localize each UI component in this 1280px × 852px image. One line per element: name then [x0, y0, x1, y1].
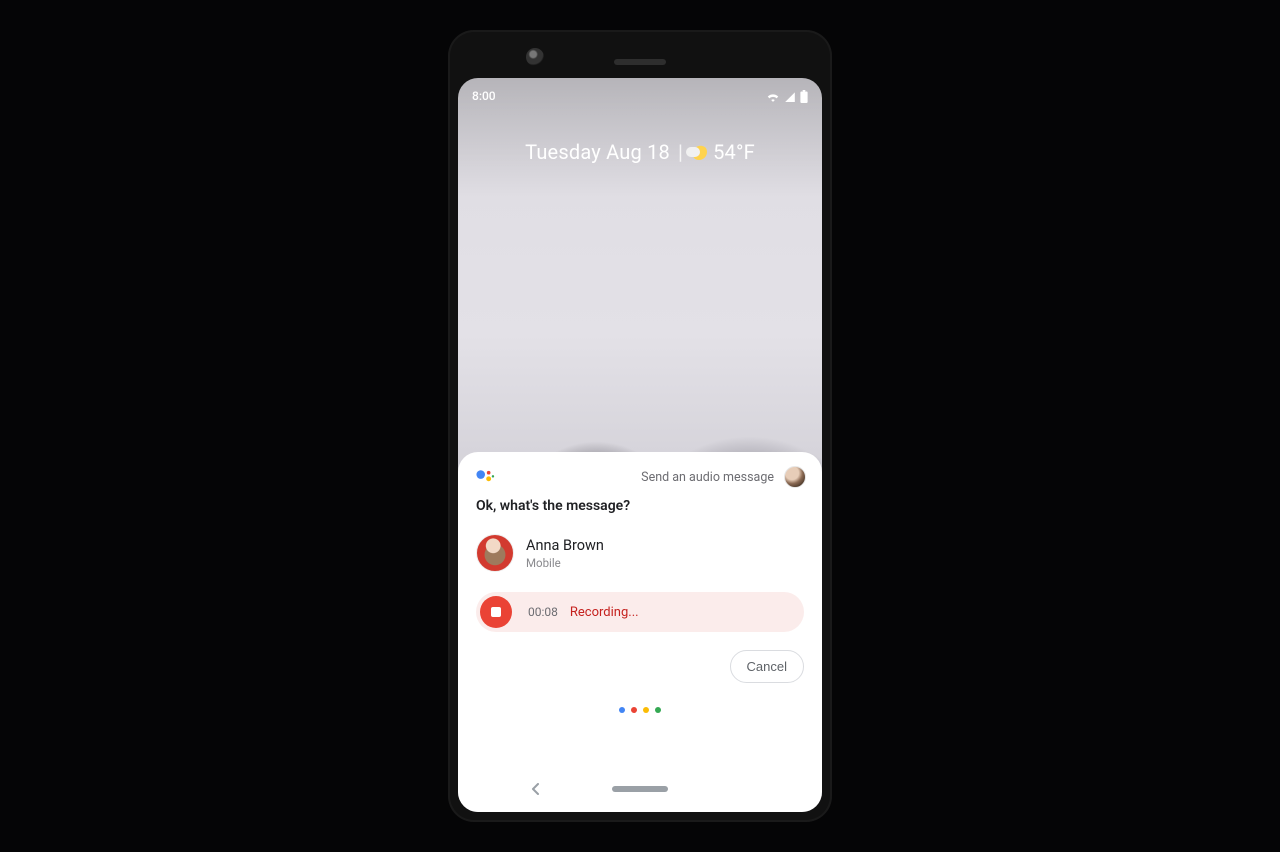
assistant-hint: Send an audio message: [641, 470, 774, 485]
dateline-separator: |: [678, 140, 683, 164]
status-icons: [766, 90, 808, 103]
google-assistant-icon: [474, 466, 496, 488]
temperature: 54°F: [713, 140, 755, 164]
assistant-actions: Cancel: [458, 632, 822, 683]
weather-icon: [691, 144, 707, 160]
contact-line: Mobile: [526, 556, 604, 570]
weather: 54°F: [691, 140, 755, 164]
lockscreen-dateline: Tuesday Aug 18 | 54°F: [458, 140, 822, 164]
system-navbar: [458, 774, 822, 804]
recording-elapsed: 00:08: [528, 605, 558, 619]
cancel-button[interactable]: Cancel: [730, 650, 804, 683]
contact-row[interactable]: Anna Brown Mobile: [458, 526, 822, 586]
assistant-card: Send an audio message Ok, what's the mes…: [458, 452, 822, 812]
contact-text: Anna Brown Mobile: [526, 537, 604, 570]
recording-state: Recording...: [570, 605, 639, 620]
phone-top: [448, 42, 832, 82]
back-button[interactable]: [530, 782, 542, 798]
phone-frame: 8:00 Tuesday Aug 18 |: [448, 30, 832, 822]
front-camera: [526, 48, 544, 66]
dot-red: [631, 707, 637, 713]
contact-name: Anna Brown: [526, 537, 604, 554]
recorder-chip: 00:08 Recording...: [476, 592, 804, 632]
status-time: 8:00: [472, 89, 496, 103]
stop-recording-button[interactable]: [480, 596, 512, 628]
wifi-icon: [766, 90, 780, 102]
screen: 8:00 Tuesday Aug 18 |: [458, 78, 822, 812]
contact-avatar: [476, 534, 514, 572]
status-bar: 8:00: [472, 86, 808, 106]
assistant-listening-icon[interactable]: [458, 707, 822, 713]
assistant-header: Send an audio message: [458, 452, 822, 496]
cellular-icon: [784, 90, 796, 102]
home-gesture-pill[interactable]: [612, 786, 668, 792]
lockscreen-date: Tuesday Aug 18: [525, 140, 670, 164]
stage: 8:00 Tuesday Aug 18 |: [0, 0, 1280, 852]
stop-icon: [491, 607, 501, 617]
assistant-header-right: Send an audio message: [641, 466, 806, 488]
earpiece-speaker: [614, 59, 666, 65]
dot-blue: [619, 707, 625, 713]
user-avatar[interactable]: [784, 466, 806, 488]
battery-icon: [800, 90, 808, 103]
assistant-prompt: Ok, what's the message?: [458, 496, 822, 526]
dot-yellow: [643, 707, 649, 713]
dot-green: [655, 707, 661, 713]
